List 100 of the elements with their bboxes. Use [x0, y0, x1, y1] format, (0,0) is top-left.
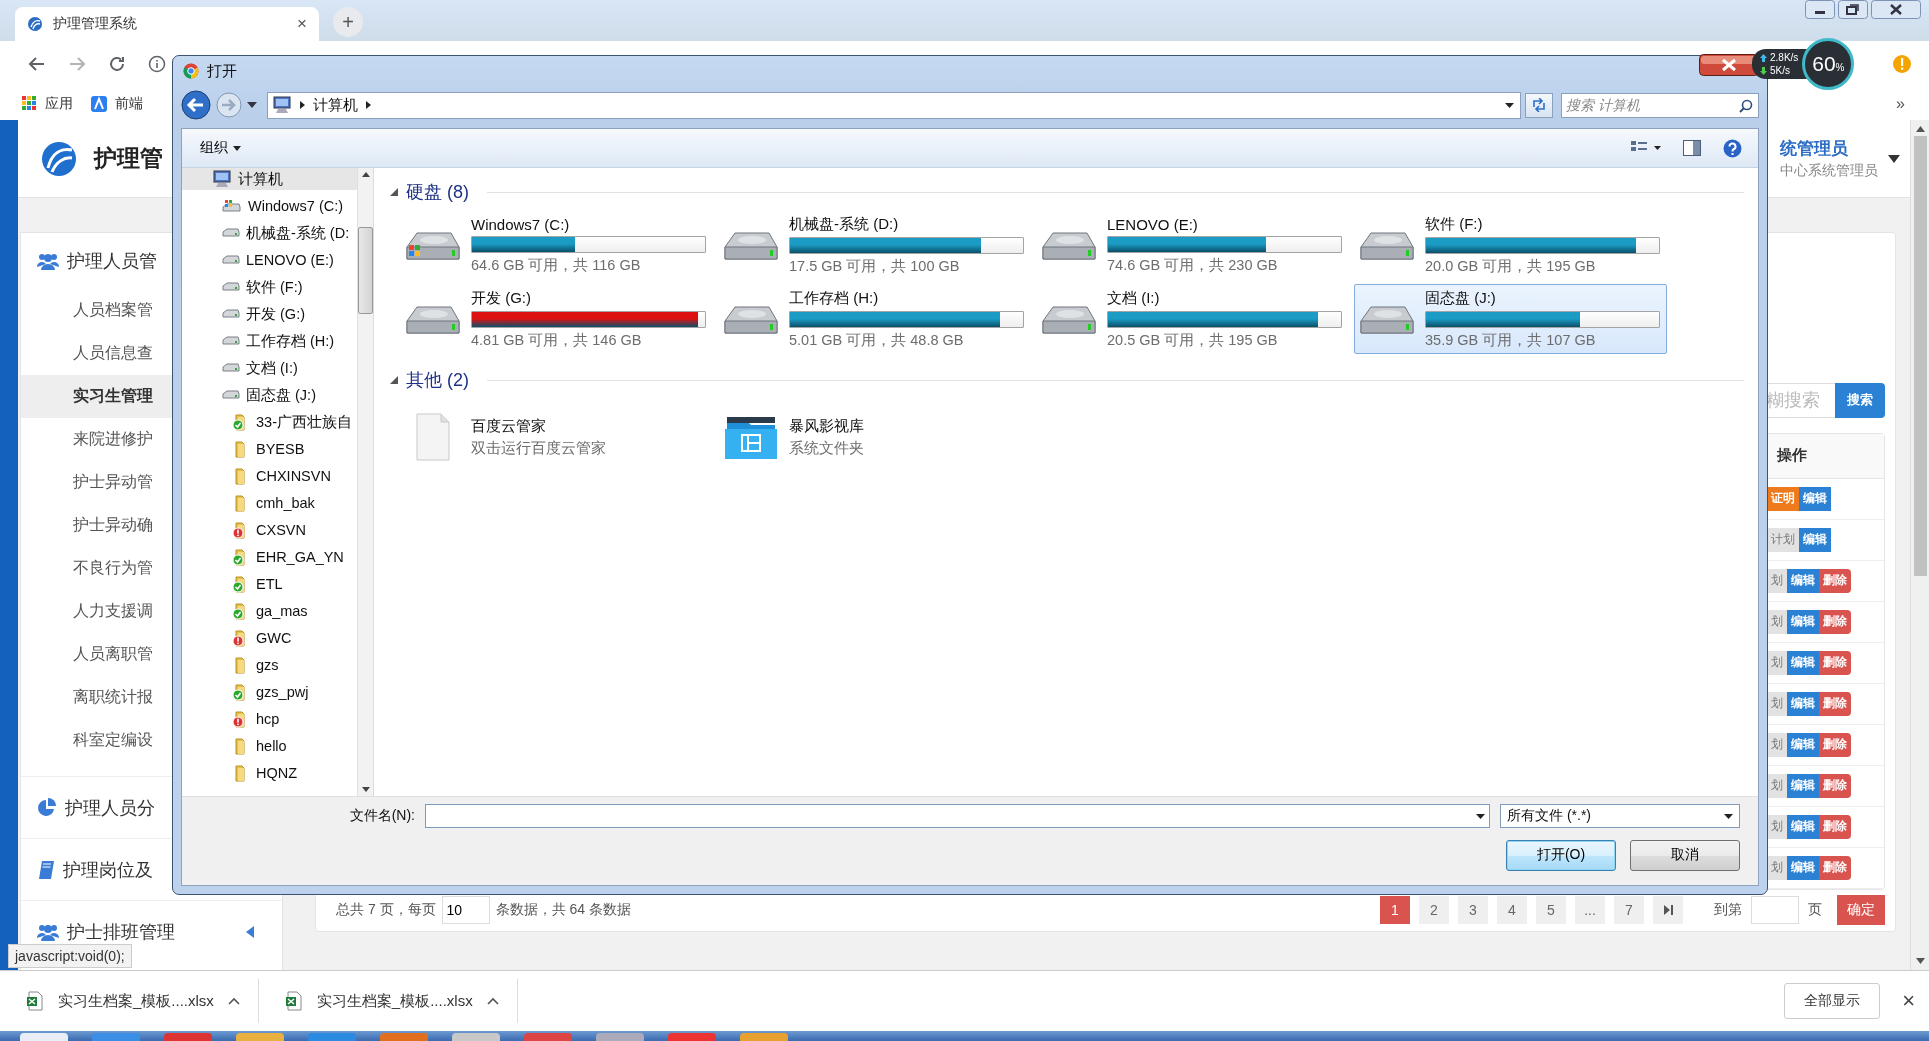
delete-button[interactable]: 删除	[1819, 691, 1851, 716]
minimize-button[interactable]	[1805, 0, 1835, 19]
drive-tile[interactable]: 文档 (I:) 20.5 GB 可用，共 195 GB	[1036, 284, 1349, 354]
drive-tile[interactable]: 软件 (F:) 20.0 GB 可用，共 195 GB	[1354, 210, 1667, 280]
close-button[interactable]	[1699, 54, 1759, 76]
breadcrumb[interactable]: 计算机	[313, 95, 358, 115]
delete-button[interactable]: 删除	[1819, 650, 1851, 675]
delete-button[interactable]: 删除	[1819, 855, 1851, 880]
drive-tile[interactable]: Windows7 (C:) 64.6 GB 可用，共 116 GB	[400, 210, 713, 280]
back-button[interactable]	[181, 90, 211, 120]
action-button[interactable]: 划	[1767, 650, 1787, 675]
action-button[interactable]: 计划	[1767, 527, 1799, 552]
tree-item[interactable]: cmh_bak	[182, 492, 357, 514]
page-size-field[interactable]: 10	[441, 896, 490, 925]
caret-icon[interactable]	[1888, 154, 1900, 163]
scroll-down-icon[interactable]	[361, 787, 370, 792]
restore-button[interactable]	[1838, 0, 1868, 19]
caret-icon[interactable]	[486, 997, 499, 1005]
tree-item[interactable]: EHR_GA_YN	[182, 546, 357, 568]
bookmark[interactable]: 应用	[22, 94, 73, 113]
page-button[interactable]: 3	[1458, 896, 1488, 925]
tree-item[interactable]: ga_mas	[182, 600, 357, 622]
page-button[interactable]: 1	[1380, 896, 1410, 925]
page-button[interactable]: 5	[1536, 896, 1566, 925]
edit-button[interactable]: 编辑	[1787, 773, 1819, 798]
tree-item[interactable]: CHXINSVN	[182, 465, 357, 487]
tree-item[interactable]: 计算机	[182, 168, 357, 190]
back-icon[interactable]	[28, 55, 46, 73]
caret-icon[interactable]	[390, 188, 398, 196]
delete-button[interactable]: 删除	[1819, 732, 1851, 757]
page-button[interactable]: 4	[1497, 896, 1527, 925]
download-item[interactable]: 实习生档案_模板....xlsx	[0, 979, 259, 1023]
info-icon[interactable]	[148, 55, 166, 73]
reload-icon[interactable]	[108, 55, 126, 73]
action-button[interactable]: 划	[1767, 855, 1787, 880]
scrollbar-thumb[interactable]	[358, 227, 373, 314]
scroll-up-icon[interactable]	[361, 172, 370, 177]
delete-button[interactable]: 删除	[1819, 773, 1851, 798]
drive-tile[interactable]: 固态盘 (J:) 35.9 GB 可用，共 107 GB	[1354, 284, 1667, 354]
tree-item[interactable]: Windows7 (C:)	[182, 195, 357, 217]
page-button[interactable]: ...	[1575, 896, 1605, 925]
tree-item[interactable]: CXSVN	[182, 519, 357, 541]
edit-button[interactable]: 编辑	[1787, 855, 1819, 880]
overflow-button[interactable]: »	[1896, 94, 1905, 113]
section-heading[interactable]: 硬盘 (8)	[406, 180, 469, 204]
tree-item[interactable]: 开发 (G:)	[182, 303, 357, 325]
dropdown-icon[interactable]	[1476, 813, 1485, 819]
file-tile[interactable]: 暴风影视库 系统文件夹	[718, 402, 1031, 472]
file-name-field[interactable]	[425, 804, 1490, 828]
dropdown-icon[interactable]	[1505, 102, 1514, 108]
edit-button[interactable]: 编辑	[1787, 814, 1819, 839]
tree-item[interactable]: BYESB	[182, 438, 357, 460]
browser-tab[interactable]: 护理管理系统 ×	[15, 7, 319, 41]
caret-icon[interactable]	[227, 997, 240, 1005]
confirm-button[interactable]: 确定	[1837, 895, 1885, 926]
search-button[interactable]: 搜索	[1835, 383, 1885, 418]
show-all-button[interactable]: 全部显示	[1784, 983, 1881, 1019]
help-icon[interactable]	[1723, 138, 1742, 158]
tree-item[interactable]: hello	[182, 735, 357, 757]
history-dropdown-icon[interactable]	[247, 102, 257, 108]
search-field[interactable]: 搜索 计算机	[1561, 92, 1759, 118]
open-button[interactable]: 打开(O)	[1506, 839, 1616, 871]
tree-item[interactable]: GWC	[182, 627, 357, 649]
refresh-button[interactable]	[1525, 92, 1553, 118]
edit-button[interactable]: 编辑	[1787, 691, 1819, 716]
drive-tile[interactable]: 工作存档 (H:) 5.01 GB 可用，共 48.8 GB	[718, 284, 1031, 354]
tree-item[interactable]: gzs	[182, 654, 357, 676]
tree-item[interactable]: 软件 (F:)	[182, 276, 357, 298]
tree-item[interactable]: 工作存档 (H:)	[182, 330, 357, 352]
scrollbar-thumb[interactable]	[1913, 136, 1927, 576]
action-button[interactable]: 划	[1767, 814, 1787, 839]
goto-page-field[interactable]	[1751, 896, 1799, 925]
organize-menu[interactable]: 组织	[200, 139, 241, 157]
section-heading[interactable]: 其他 (2)	[406, 368, 469, 392]
delete-button[interactable]: 删除	[1819, 568, 1851, 593]
close-button[interactable]	[1871, 0, 1921, 19]
bookmark[interactable]: 前端	[91, 94, 143, 113]
page-button[interactable]: 7	[1614, 896, 1644, 925]
tree-item[interactable]: ETL	[182, 573, 357, 595]
drive-tile[interactable]: 开发 (G:) 4.81 GB 可用，共 146 GB	[400, 284, 713, 354]
action-button[interactable]: 划	[1767, 609, 1787, 634]
tree-item[interactable]: 机械盘-系统 (D:	[182, 222, 357, 244]
drive-tile[interactable]: LENOVO (E:) 74.6 GB 可用，共 230 GB	[1036, 210, 1349, 280]
edit-button[interactable]: 编辑	[1787, 650, 1819, 675]
action-button[interactable]: 划	[1767, 773, 1787, 798]
preview-pane-icon[interactable]	[1683, 140, 1701, 156]
tree-item[interactable]: hcp	[182, 708, 357, 730]
delete-button[interactable]: 删除	[1819, 609, 1851, 634]
edit-button[interactable]: 编辑	[1799, 527, 1831, 552]
new-tab-button[interactable]: +	[333, 7, 363, 37]
scroll-down-icon[interactable]	[1915, 958, 1925, 964]
action-button[interactable]: 划	[1767, 732, 1787, 757]
cancel-button[interactable]: 取消	[1630, 839, 1740, 871]
drive-tile[interactable]: 机械盘-系统 (D:) 17.5 GB 可用，共 100 GB	[718, 210, 1031, 280]
delete-button[interactable]: 删除	[1819, 814, 1851, 839]
scroll-up-icon[interactable]	[1915, 126, 1925, 132]
action-button[interactable]: 划	[1767, 691, 1787, 716]
page-button[interactable]: 2	[1419, 896, 1449, 925]
action-button[interactable]: 划	[1767, 568, 1787, 593]
file-tile[interactable]: 百度云管家 双击运行百度云管家	[400, 402, 713, 472]
